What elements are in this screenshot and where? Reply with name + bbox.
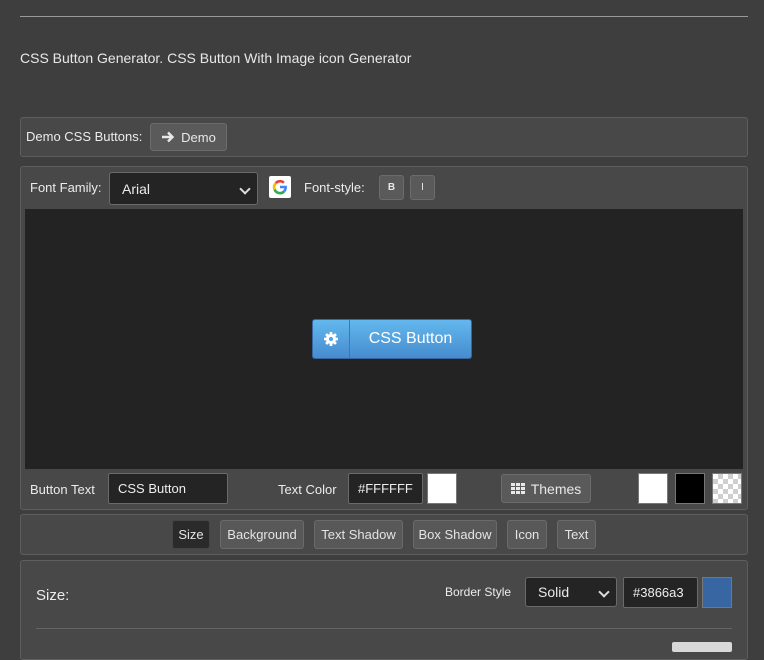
text-color-input[interactable]: #FFFFFF [348, 473, 423, 504]
size-panel-next-control[interactable] [672, 642, 732, 652]
font-family-select[interactable]: Arial [109, 172, 258, 205]
border-style-value: Solid [538, 584, 570, 600]
page-title: CSS Button Generator. CSS Button With Im… [20, 50, 412, 66]
preview-bg-white-swatch[interactable] [638, 473, 668, 504]
border-style-label: Border Style [445, 585, 512, 599]
grid-icon [510, 483, 525, 494]
chevron-down-icon [598, 586, 610, 598]
border-color-swatch[interactable] [702, 577, 732, 608]
border-color-input[interactable]: #3866a3 [623, 577, 698, 608]
button-text-label: Button Text [30, 482, 95, 497]
font-style-label: Font-style: [304, 180, 365, 195]
preview-bg-black-swatch[interactable] [675, 473, 705, 504]
tab-icon[interactable]: Icon [507, 520, 547, 549]
text-color-swatch[interactable] [427, 473, 457, 504]
demo-label: Demo CSS Buttons: [26, 129, 143, 144]
bold-button[interactable]: B [379, 175, 404, 200]
demo-button[interactable]: Demo [150, 123, 227, 151]
font-family-label: Font Family: [30, 180, 102, 195]
tab-background[interactable]: Background [220, 520, 304, 549]
size-panel-title: Size: [36, 587, 70, 604]
gear-icon [313, 320, 350, 358]
size-panel-divider [36, 628, 732, 629]
demo-button-label: Demo [181, 129, 216, 145]
top-divider [20, 16, 748, 17]
google-fonts-icon[interactable] [269, 176, 291, 198]
tab-box-shadow[interactable]: Box Shadow [413, 520, 497, 549]
preview-button-text: CSS Button [368, 330, 453, 347]
themes-button[interactable]: Themes [501, 474, 591, 503]
tab-text-shadow[interactable]: Text Shadow [314, 520, 403, 549]
size-panel [20, 560, 748, 660]
border-style-select[interactable]: Solid [525, 577, 617, 607]
preview-bg-transparent-swatch[interactable] [712, 473, 742, 504]
tab-size[interactable]: Size [172, 520, 210, 549]
text-color-label: Text Color [278, 482, 337, 497]
italic-button[interactable]: I [410, 175, 435, 200]
preview-css-button[interactable]: CSS Button [312, 319, 472, 359]
chevron-down-icon [239, 182, 251, 195]
font-family-value: Arial [122, 180, 151, 197]
arrow-right-icon [161, 131, 175, 143]
themes-button-label: Themes [530, 480, 582, 497]
tab-text[interactable]: Text [557, 520, 596, 549]
button-text-input[interactable]: CSS Button [108, 473, 228, 504]
